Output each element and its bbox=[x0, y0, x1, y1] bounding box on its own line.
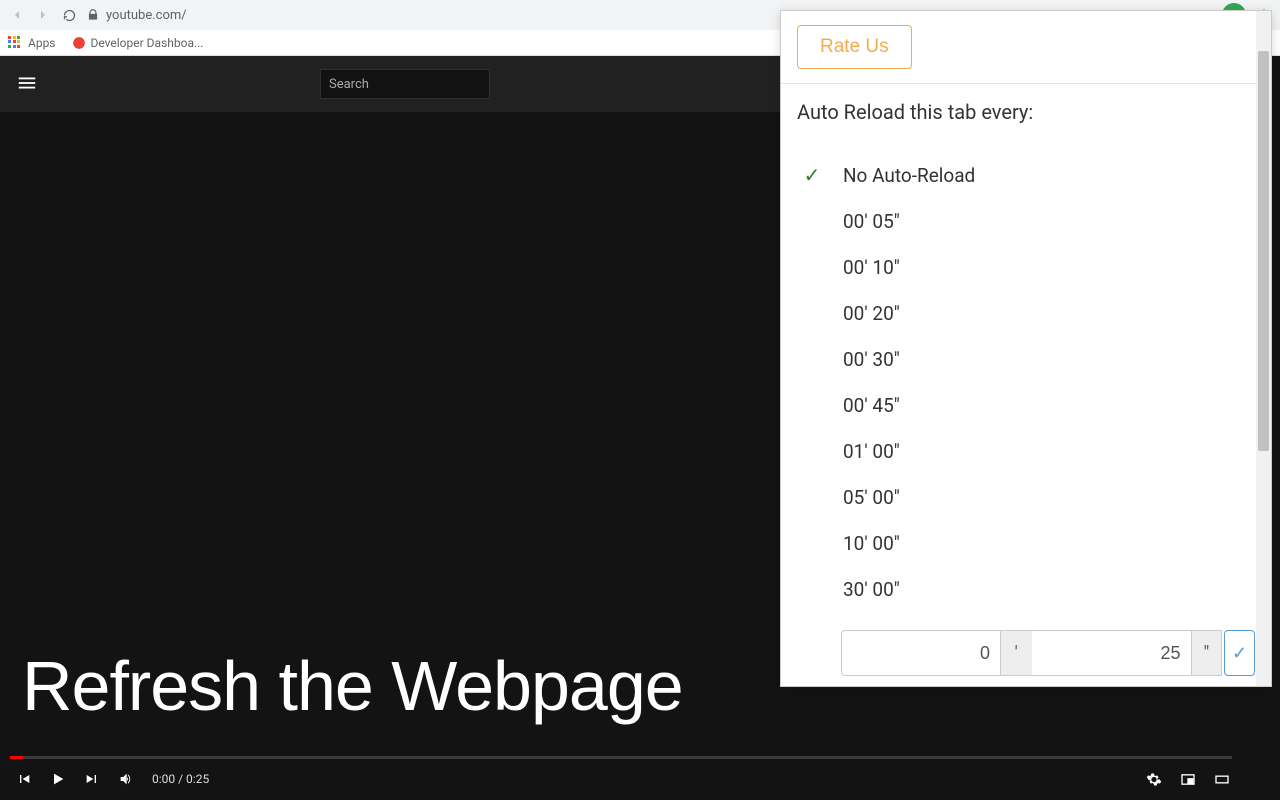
option-5m[interactable]: ✓ 05' 00" bbox=[797, 474, 1255, 520]
lock-icon bbox=[86, 8, 100, 22]
option-label: 00' 45" bbox=[843, 394, 900, 417]
interval-options-list: ✓ No Auto-Reload ✓ 00' 05" ✓ 00' 10" ✓ 0… bbox=[797, 152, 1255, 612]
miniplayer-icon[interactable] bbox=[1180, 771, 1196, 787]
bookmark-label: Developer Dashboa... bbox=[91, 36, 204, 50]
apps-label: Apps bbox=[28, 36, 56, 50]
progress-bar[interactable] bbox=[10, 756, 1270, 759]
extension-popup: Rate Us Auto Reload this tab every: ✓ No… bbox=[780, 10, 1272, 687]
popup-scrollbar[interactable] bbox=[1256, 11, 1271, 686]
settings-icon[interactable] bbox=[1146, 771, 1162, 787]
custom-interval-row: ' " ✓ bbox=[797, 630, 1255, 678]
theater-icon[interactable] bbox=[1214, 771, 1230, 787]
option-label: 05' 00" bbox=[843, 486, 900, 509]
rate-us-button[interactable]: Rate Us bbox=[797, 25, 912, 69]
forward-button[interactable] bbox=[34, 6, 52, 24]
seconds-input[interactable] bbox=[1032, 630, 1192, 676]
option-label: 00' 10" bbox=[843, 256, 900, 279]
url-text: youtube.com/ bbox=[106, 8, 187, 23]
option-no-auto-reload[interactable]: ✓ No Auto-Reload bbox=[797, 152, 1255, 198]
option-20s[interactable]: ✓ 00' 20" bbox=[797, 290, 1255, 336]
option-label: 30' 00" bbox=[843, 578, 900, 601]
option-10m[interactable]: ✓ 10' 00" bbox=[797, 520, 1255, 566]
option-1m[interactable]: ✓ 01' 00" bbox=[797, 428, 1255, 474]
apps-button[interactable]: Apps bbox=[8, 36, 56, 50]
minutes-unit: ' bbox=[1001, 630, 1032, 676]
option-label: 00' 30" bbox=[843, 348, 900, 371]
option-label: No Auto-Reload bbox=[843, 164, 975, 187]
popup-section-title: Auto Reload this tab every: bbox=[797, 100, 1255, 124]
volume-button[interactable] bbox=[118, 771, 134, 787]
next-button[interactable] bbox=[84, 771, 100, 787]
bookmark-favicon bbox=[72, 36, 86, 50]
option-label: 10' 00" bbox=[843, 532, 900, 555]
option-label: 01' 00" bbox=[843, 440, 900, 463]
video-player-controls: 0:00 / 0:25 bbox=[10, 756, 1270, 797]
option-30s[interactable]: ✓ 00' 30" bbox=[797, 336, 1255, 382]
previous-button[interactable] bbox=[16, 771, 32, 787]
option-label: 00' 20" bbox=[843, 302, 900, 325]
option-5s[interactable]: ✓ 00' 05" bbox=[797, 198, 1255, 244]
hamburger-icon[interactable] bbox=[16, 72, 40, 96]
play-button[interactable] bbox=[50, 771, 66, 787]
option-label: 00' 05" bbox=[843, 210, 900, 233]
bookmark-developer-dashboard[interactable]: Developer Dashboa... bbox=[72, 36, 204, 50]
search-input[interactable]: Search bbox=[320, 69, 490, 99]
reload-button[interactable] bbox=[60, 6, 78, 24]
option-45s[interactable]: ✓ 00' 45" bbox=[797, 382, 1255, 428]
option-10s[interactable]: ✓ 00' 10" bbox=[797, 244, 1255, 290]
back-button[interactable] bbox=[8, 6, 26, 24]
page-title: Refresh the Webpage bbox=[22, 646, 683, 726]
time-display: 0:00 / 0:25 bbox=[152, 772, 209, 786]
seconds-unit: " bbox=[1192, 630, 1223, 676]
check-icon: ✓ bbox=[801, 163, 823, 187]
scrollbar-thumb[interactable] bbox=[1258, 51, 1269, 451]
option-30m[interactable]: ✓ 30' 00" bbox=[797, 566, 1255, 612]
apps-grid-icon bbox=[8, 36, 22, 50]
search-placeholder: Search bbox=[329, 77, 369, 92]
minutes-input[interactable] bbox=[841, 630, 1001, 676]
confirm-custom-button[interactable]: ✓ bbox=[1224, 630, 1255, 676]
